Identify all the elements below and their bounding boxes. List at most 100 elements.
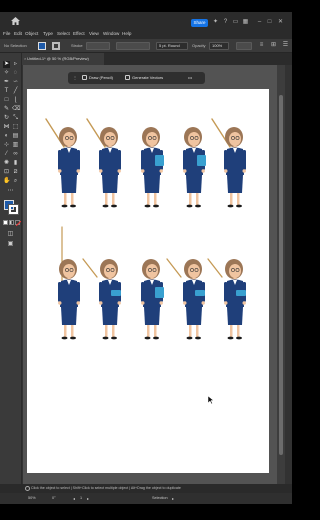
tips-icon[interactable]: ✦: [212, 19, 219, 26]
symbol-sprayer-tool-icon[interactable]: ✺: [3, 160, 10, 167]
stroke-weight-field[interactable]: [86, 42, 110, 50]
teacher-figure[interactable]: [45, 118, 80, 208]
teacher-figure[interactable]: [86, 118, 121, 208]
zoom-level[interactable]: 50%: [28, 496, 36, 500]
opacity-label[interactable]: Opacity: [192, 43, 206, 48]
menu-edit[interactable]: Edit: [14, 31, 22, 36]
stroke-color-box[interactable]: [8, 204, 19, 215]
magic-wand-tool-icon[interactable]: ✧: [3, 70, 10, 77]
vertical-scrollbar[interactable]: [277, 65, 285, 488]
status-menu-icon[interactable]: ▸: [172, 496, 174, 501]
none-mode-icon[interactable]: [15, 220, 22, 227]
variable-width-profile[interactable]: [116, 42, 150, 50]
curvature-tool-icon[interactable]: ∽: [12, 79, 19, 86]
artboard-nav-prev-icon[interactable]: ◂: [73, 496, 75, 501]
teacher-figure[interactable]: [141, 259, 164, 340]
shape-builder-tool-icon[interactable]: ◐: [3, 133, 10, 140]
menu-file[interactable]: File: [3, 31, 10, 36]
style-dropdown[interactable]: [236, 42, 252, 50]
width-tool-icon[interactable]: ⋈: [3, 124, 10, 131]
tab-close-icon[interactable]: ×: [24, 53, 26, 65]
more-options-button[interactable]: •••: [188, 74, 192, 82]
panel-menu-icon[interactable]: ☰: [282, 42, 289, 49]
artboard-tool-icon[interactable]: ⊡: [3, 169, 10, 176]
close-icon[interactable]: ✕: [277, 19, 284, 26]
artboard[interactable]: [27, 89, 269, 473]
contextual-task-bar: ⋮ Draw (Pencil) Generate Vectors •••: [68, 72, 205, 84]
teacher-figure[interactable]: [58, 226, 80, 340]
align-icon[interactable]: ≡: [258, 42, 265, 49]
hand-tool-icon[interactable]: ✋: [3, 178, 10, 185]
lasso-tool-icon[interactable]: ◌: [12, 70, 19, 77]
maximize-icon[interactable]: □: [266, 19, 273, 26]
screen-mode-icon[interactable]: ▣: [7, 241, 14, 248]
slice-tool-icon[interactable]: ⧄: [12, 169, 19, 176]
generate-icon: [125, 75, 130, 80]
grid-icon[interactable]: ▦: [242, 19, 249, 26]
teacher-figure[interactable]: [207, 258, 246, 340]
direct-selection-tool-icon[interactable]: ▹: [12, 61, 19, 68]
perspective-grid-tool-icon[interactable]: ▤: [12, 133, 19, 140]
pen-tool-icon[interactable]: ✒: [3, 79, 10, 86]
free-transform-tool-icon[interactable]: ⬚: [12, 124, 19, 131]
menu-effect[interactable]: Effect: [73, 31, 85, 36]
tools-panel: ➤ ▹ ✧ ◌ ✒ ∽ T ╱ □ ɭ ✎ ⌫ ↻ ⤡ ⋈ ⬚ ◐ ▤ ⊹ ▥ …: [0, 53, 22, 489]
stroke-swatch[interactable]: [52, 42, 60, 50]
pencil-tool-icon[interactable]: ✎: [3, 106, 10, 113]
screen-top-bezel: [0, 0, 292, 12]
menu-type[interactable]: Type: [43, 31, 53, 36]
artboard-number[interactable]: 1: [80, 496, 82, 500]
stroke-label[interactable]: Stroke: [71, 43, 83, 48]
draw-pencil-button[interactable]: Draw (Pencil): [82, 74, 113, 82]
eyedropper-tool-icon[interactable]: ⁄: [3, 151, 10, 158]
generate-vectors-label: Generate Vectors: [132, 75, 164, 80]
menu-select[interactable]: Select: [57, 31, 70, 36]
gradient-tool-icon[interactable]: ▥: [12, 142, 19, 149]
generate-vectors-button[interactable]: Generate Vectors: [125, 74, 163, 82]
teacher-figure[interactable]: [141, 127, 164, 208]
opacity-field[interactable]: 100%: [209, 42, 229, 50]
gradient-mode-icon[interactable]: [9, 220, 14, 225]
arrange-icon[interactable]: ▭: [232, 19, 239, 26]
line-tool-icon[interactable]: ╱: [12, 88, 19, 95]
canvas-area[interactable]: ⋮ Draw (Pencil) Generate Vectors •••: [23, 65, 277, 488]
teacher-figure[interactable]: [183, 127, 206, 208]
document-tab-row: × Untitled-1* @ 50 % (RGB/Preview): [22, 53, 292, 65]
type-tool-icon[interactable]: T: [3, 88, 10, 95]
teacher-figure[interactable]: [166, 258, 205, 340]
home-icon[interactable]: [11, 17, 20, 25]
share-button[interactable]: Share: [191, 19, 208, 27]
selection-label: No Selection: [4, 43, 27, 48]
zoom-tool-icon[interactable]: ⌕: [12, 178, 19, 185]
document-tab[interactable]: × Untitled-1* @ 50 % (RGB/Preview): [22, 53, 104, 65]
minimize-icon[interactable]: –: [256, 19, 263, 26]
eraser-tool-icon[interactable]: ⌫: [12, 106, 20, 113]
menu-help[interactable]: Help: [122, 31, 131, 36]
teacher-figure[interactable]: [82, 258, 121, 340]
edit-toolbar-icon[interactable]: ⋯: [7, 188, 14, 195]
help-icon[interactable]: ?: [222, 19, 229, 26]
menu-window[interactable]: Window: [103, 31, 119, 36]
mesh-tool-icon[interactable]: ⊹: [3, 142, 10, 149]
drawing-mode-icon[interactable]: ◫: [7, 231, 14, 238]
rotate-tool-icon[interactable]: ↻: [3, 115, 10, 122]
transform-icon[interactable]: ⊞: [270, 42, 277, 49]
rectangle-tool-icon[interactable]: □: [3, 97, 10, 104]
graph-tool-icon[interactable]: ▮: [12, 160, 19, 167]
paintbrush-tool-icon[interactable]: ɭ: [12, 97, 19, 104]
document-tab-title: Untitled-1* @ 50 % (RGB/Preview): [27, 56, 89, 61]
selection-tool-icon[interactable]: ➤: [3, 61, 10, 68]
contextual-grip-icon[interactable]: ⋮: [73, 74, 77, 82]
blend-tool-icon[interactable]: ∞: [12, 151, 19, 158]
fill-swatch[interactable]: [38, 42, 46, 50]
artboard-nav-next-icon[interactable]: ▸: [87, 496, 89, 501]
menu-object[interactable]: Object: [25, 31, 38, 36]
info-icon: [25, 486, 30, 491]
scale-tool-icon[interactable]: ⤡: [12, 115, 19, 122]
rotate-view-angle[interactable]: 0°: [52, 496, 56, 500]
brush-definition-dropdown[interactable]: 5 pt. Round: [156, 42, 188, 50]
scrollbar-thumb[interactable]: [279, 95, 283, 455]
color-mode-icon[interactable]: [3, 220, 8, 225]
menu-view[interactable]: View: [89, 31, 99, 36]
teacher-figure[interactable]: [211, 118, 246, 208]
